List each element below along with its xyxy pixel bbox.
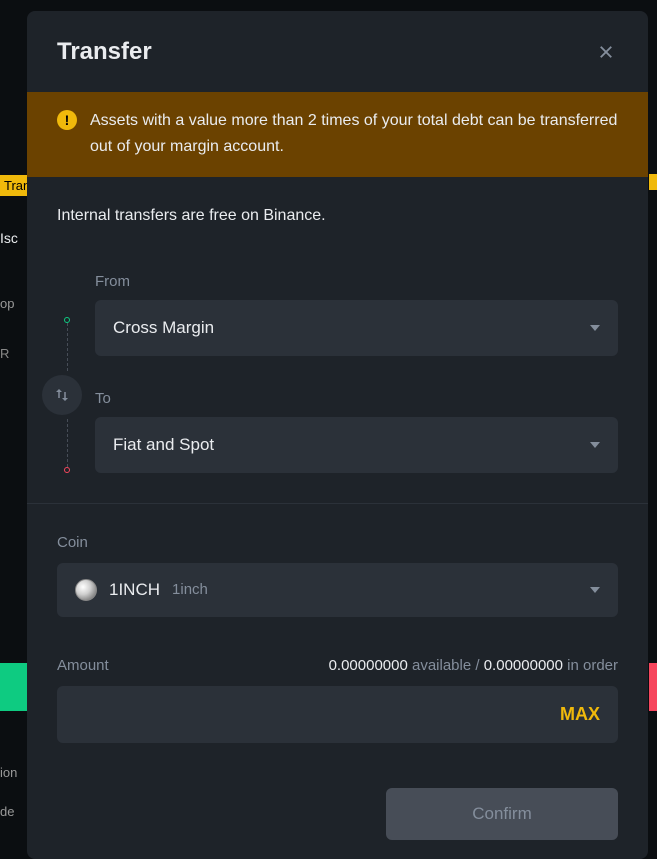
info-text: Internal transfers are free on Binance. — [57, 207, 618, 225]
coin-symbol: 1INCH — [109, 580, 160, 600]
connector-line — [67, 419, 68, 467]
bg-isolated-tab: Isc — [0, 230, 18, 246]
coin-name: 1inch — [172, 581, 578, 598]
amount-input[interactable]: MAX — [57, 686, 618, 743]
amount-availability-info: 0.00000000 available / 0.00000000 in ord… — [329, 657, 618, 674]
to-account-value: Fiat and Spot — [113, 435, 214, 455]
transfer-fields: From Cross Margin To Fiat and Spot — [95, 273, 618, 473]
bg-text: ion — [0, 765, 17, 780]
to-dot-icon — [64, 467, 70, 473]
chevron-down-icon — [590, 587, 600, 593]
warning-icon: ! — [57, 110, 77, 130]
bg-text: de — [0, 804, 14, 819]
swap-icon — [53, 386, 71, 404]
amount-header: Amount 0.00000000 available / 0.00000000… — [57, 657, 618, 674]
modal-header: Transfer — [27, 11, 648, 92]
transfer-modal: Transfer ! Assets with a value more than… — [27, 11, 648, 859]
amount-label: Amount — [57, 657, 109, 674]
from-label: From — [95, 273, 618, 290]
to-account-select[interactable]: Fiat and Spot — [95, 417, 618, 473]
to-field-group: To Fiat and Spot — [95, 390, 618, 473]
confirm-button[interactable]: Confirm — [386, 788, 618, 840]
bg-sell-button-fragment — [649, 663, 657, 711]
close-icon — [597, 43, 615, 61]
from-field-group: From Cross Margin — [95, 273, 618, 356]
from-account-value: Cross Margin — [113, 318, 214, 338]
coin-icon — [75, 579, 97, 601]
divider — [27, 503, 648, 504]
max-button[interactable]: MAX — [560, 704, 600, 725]
bg-text: op — [0, 296, 14, 311]
from-account-select[interactable]: Cross Margin — [95, 300, 618, 356]
transfer-direction-section: From Cross Margin To Fiat and Spot — [57, 273, 618, 473]
bg-text: R — [0, 346, 9, 361]
close-button[interactable] — [594, 40, 618, 64]
chevron-down-icon — [590, 442, 600, 448]
coin-select[interactable]: 1INCH 1inch — [57, 563, 618, 617]
to-label: To — [95, 390, 618, 407]
warning-banner: ! Assets with a value more than 2 times … — [27, 92, 648, 177]
warning-text: Assets with a value more than 2 times of… — [90, 108, 618, 161]
bg-yellow-fragment — [649, 174, 657, 190]
chevron-down-icon — [590, 325, 600, 331]
swap-direction-button[interactable] — [42, 375, 82, 415]
transfer-indicator — [57, 273, 77, 473]
coin-label: Coin — [57, 534, 618, 551]
bg-buy-button-fragment — [0, 663, 28, 711]
connector-line — [67, 323, 68, 371]
modal-title: Transfer — [57, 38, 152, 66]
